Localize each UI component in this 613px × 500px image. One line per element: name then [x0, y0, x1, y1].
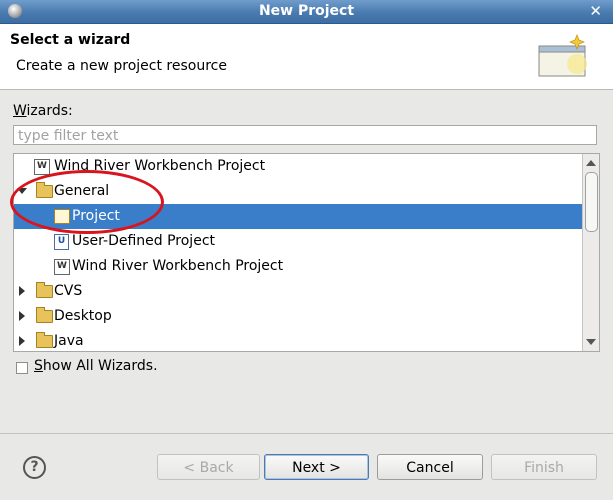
new-project-banner-icon: [538, 34, 587, 77]
wizard-tree[interactable]: W Wind River Workbench Project General P…: [13, 153, 600, 352]
scroll-up-icon[interactable]: [586, 160, 596, 166]
folder-icon: [36, 307, 53, 323]
title-bar: New Project ✕: [0, 0, 613, 24]
close-icon[interactable]: ✕: [589, 2, 602, 20]
tree-item-desktop[interactable]: Desktop: [14, 304, 582, 329]
wizards-label: Wizards:: [13, 103, 73, 119]
folder-icon: [36, 332, 53, 348]
expand-toggle-icon[interactable]: [17, 188, 27, 194]
page-description: Create a new project resource: [16, 58, 227, 74]
tree-scrollbar[interactable]: [582, 154, 599, 351]
wind-river-icon: W: [34, 159, 50, 175]
user-defined-project-icon: U: [54, 234, 69, 250]
show-all-wizards-label[interactable]: Show All Wizards.: [34, 358, 158, 374]
scrollbar-thumb[interactable]: [585, 172, 598, 232]
tree-item-general[interactable]: General: [14, 179, 582, 204]
expand-toggle-icon[interactable]: [19, 311, 25, 321]
cancel-button[interactable]: Cancel: [377, 454, 483, 480]
tree-item-user-defined-project[interactable]: U User-Defined Project: [14, 229, 582, 254]
tree-item-project[interactable]: Project: [14, 204, 582, 229]
filter-input[interactable]: type filter text: [13, 125, 597, 145]
folder-open-icon: [36, 182, 53, 198]
tree-item-wind-river-workbench-project[interactable]: W Wind River Workbench Project: [14, 154, 582, 179]
next-button[interactable]: Next >: [264, 454, 369, 480]
folder-icon: [36, 282, 53, 298]
tree-item-wind-river-workbench-project-general[interactable]: W Wind River Workbench Project: [14, 254, 582, 279]
tree-item-cvs[interactable]: CVS: [14, 279, 582, 304]
wizard-header: Select a wizard Create a new project res…: [0, 24, 613, 90]
show-all-wizards-checkbox[interactable]: [16, 362, 28, 374]
back-button[interactable]: < Back: [157, 454, 260, 480]
expand-toggle-icon[interactable]: [19, 336, 25, 346]
scroll-down-icon[interactable]: [586, 339, 596, 345]
page-title: Select a wizard: [10, 32, 131, 48]
wind-river-icon: W: [54, 259, 70, 275]
tree-item-java[interactable]: Java: [14, 329, 582, 351]
project-icon: [54, 209, 70, 224]
divider: [0, 433, 613, 434]
finish-button[interactable]: Finish: [491, 454, 597, 480]
expand-toggle-icon[interactable]: [19, 286, 25, 296]
help-icon[interactable]: ?: [23, 456, 46, 479]
window-title: New Project: [258, 3, 355, 19]
